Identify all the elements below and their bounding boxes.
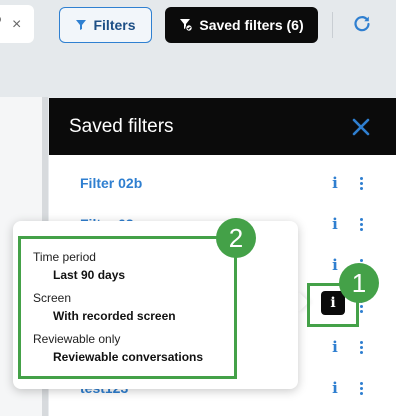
filter-icon [76,20,87,30]
info-icon[interactable]: i [329,255,341,275]
info-icon[interactable]: i [329,214,341,234]
annotation-badge-1: 1 [339,263,379,303]
close-icon[interactable] [351,117,371,137]
toolbar-divider [332,12,333,38]
saved-filter-icon [180,19,194,32]
filter-name[interactable]: Filter 02b [80,175,142,191]
refresh-icon[interactable] [352,14,372,34]
annotation-box-2 [18,236,237,379]
panel-header: Saved filters [49,98,396,155]
more-options-icon[interactable] [356,214,368,234]
list-item[interactable]: Filter 02b i [49,163,396,203]
toolbar: o × Filters Saved filters (6) [0,0,396,97]
panel-title: Saved filters [69,115,174,137]
info-icon[interactable]: i [329,173,341,193]
filters-button[interactable]: Filters [59,7,152,43]
filters-button-label: Filters [93,17,136,33]
saved-filters-button[interactable]: Saved filters (6) [165,7,318,43]
clear-icon[interactable]: × [12,17,21,33]
more-options-icon[interactable] [356,173,368,193]
info-icon[interactable]: i [329,337,341,357]
saved-filters-button-label: Saved filters (6) [199,17,304,33]
search-chip-text: o [0,11,1,26]
more-options-icon[interactable] [356,337,368,357]
more-options-icon[interactable] [356,378,368,398]
info-icon[interactable]: i [329,378,341,398]
search-chip[interactable]: o × [0,5,34,43]
annotation-badge-2: 2 [216,218,256,258]
